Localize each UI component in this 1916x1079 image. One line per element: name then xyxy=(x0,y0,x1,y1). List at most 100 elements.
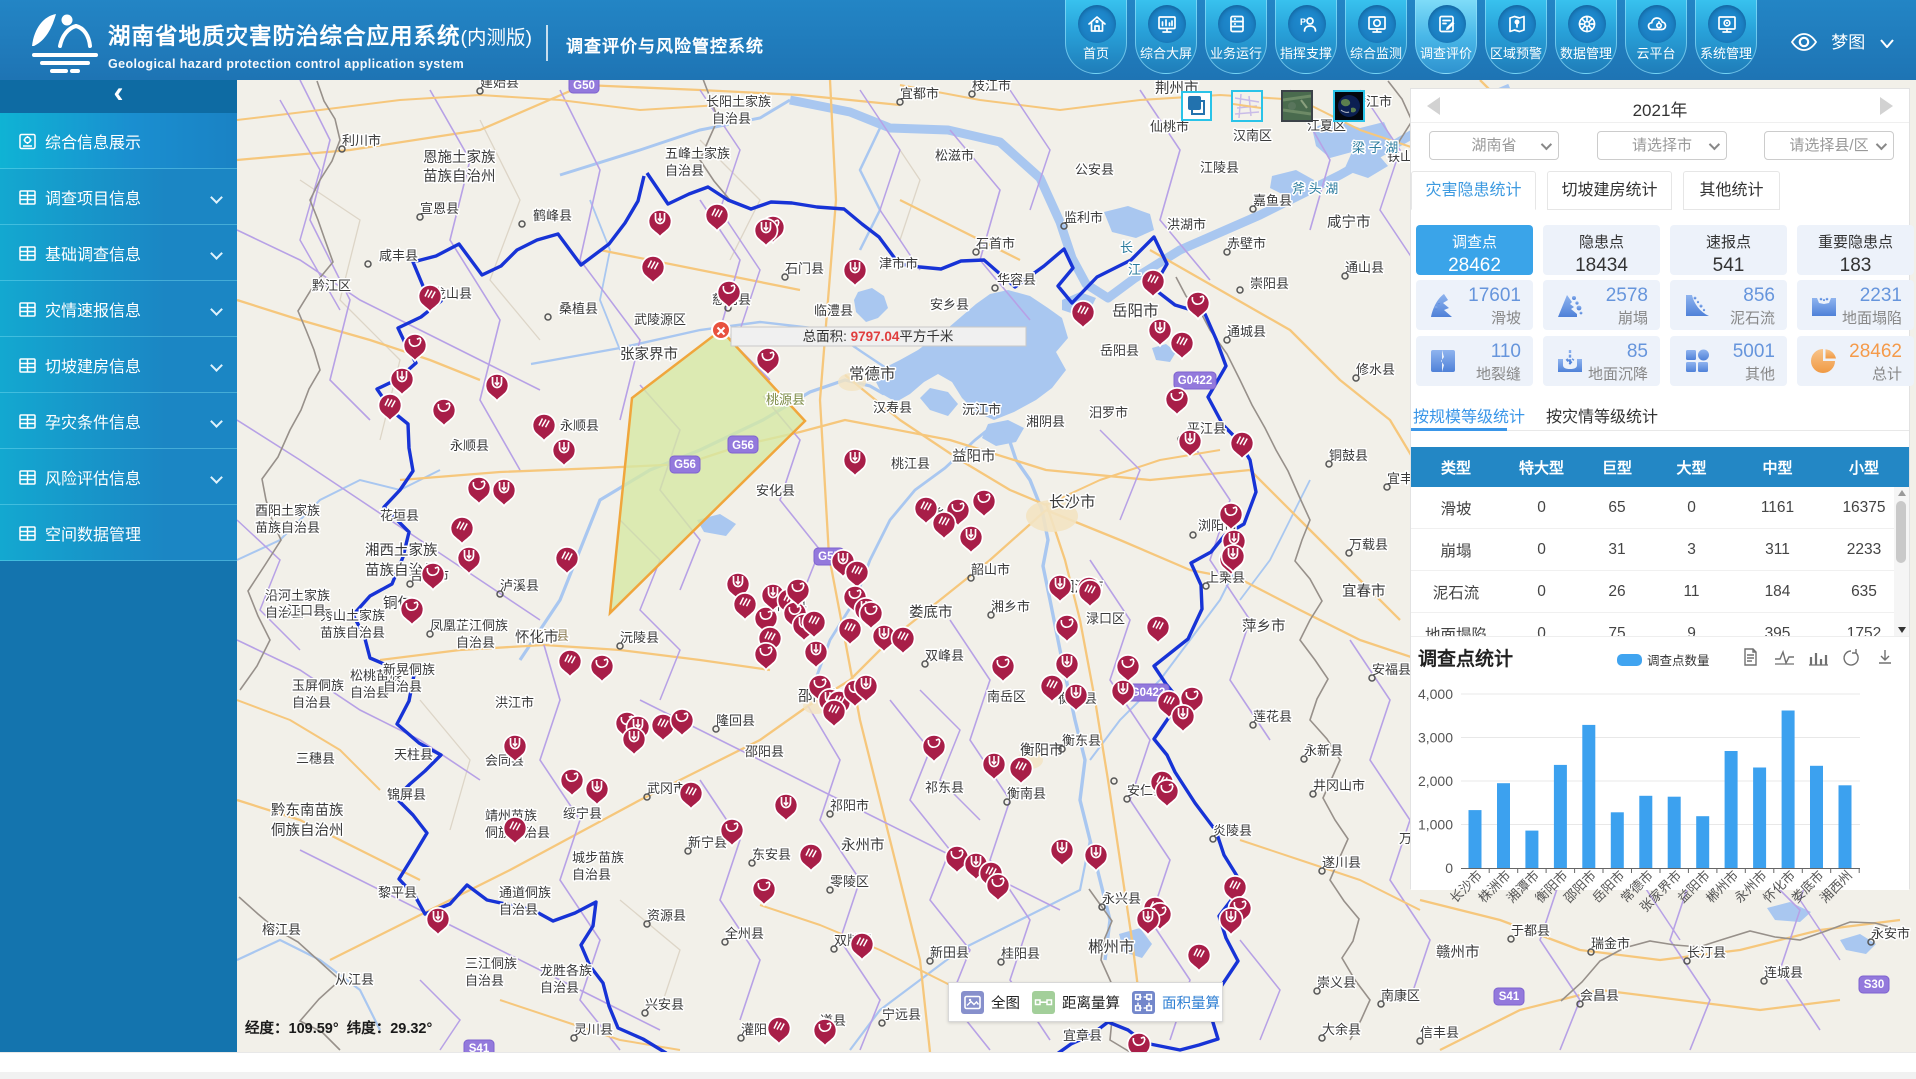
svg-text:利川市: 利川市 xyxy=(342,133,381,148)
svg-text:松滋市: 松滋市 xyxy=(935,148,974,163)
svg-text:莲花县: 莲花县 xyxy=(1253,709,1292,724)
svg-text:嘉鱼县: 嘉鱼县 xyxy=(1253,193,1292,208)
svg-text:4,000: 4,000 xyxy=(1418,686,1453,702)
svg-text:祁阳市: 祁阳市 xyxy=(830,798,869,813)
svg-text:永顺县: 永顺县 xyxy=(450,438,489,453)
svg-text:宜都市: 宜都市 xyxy=(900,86,939,101)
svg-text:通道侗族: 通道侗族 xyxy=(499,885,551,900)
svg-text:S30: S30 xyxy=(1864,979,1884,991)
svg-text:桂阳县: 桂阳县 xyxy=(1001,946,1040,961)
svg-text:绥宁县: 绥宁县 xyxy=(563,806,602,821)
svg-text:永兴县: 永兴县 xyxy=(1102,891,1141,906)
svg-text:桃江县: 桃江县 xyxy=(891,456,930,471)
svg-text:三穗县: 三穗县 xyxy=(296,751,335,766)
svg-text:上栗县: 上栗县 xyxy=(1206,570,1245,585)
svg-text:五峰土家族: 五峰土家族 xyxy=(665,146,730,161)
svg-text:咸丰县: 咸丰县 xyxy=(379,248,418,263)
svg-text:2,000: 2,000 xyxy=(1418,773,1453,789)
svg-text:酉阳土家族: 酉阳土家族 xyxy=(255,503,320,518)
svg-text:从江县: 从江县 xyxy=(335,972,374,987)
svg-text:安福县: 安福县 xyxy=(1372,662,1411,677)
svg-text:娄底市: 娄底市 xyxy=(909,604,953,621)
svg-text:信丰县: 信丰县 xyxy=(1420,1025,1459,1040)
svg-text:天柱县: 天柱县 xyxy=(394,747,433,762)
svg-text:瑞金市: 瑞金市 xyxy=(1591,936,1630,951)
svg-text:江: 江 xyxy=(1128,262,1141,277)
svg-text:南康区: 南康区 xyxy=(1381,988,1420,1003)
svg-text:长沙市: 长沙市 xyxy=(1049,493,1096,511)
svg-text:湘西土家族: 湘西土家族 xyxy=(365,542,438,559)
svg-text:自治县: 自治县 xyxy=(572,867,611,882)
svg-text:枝江市: 枝江市 xyxy=(972,80,1011,93)
svg-text:黔江区: 黔江区 xyxy=(312,278,351,293)
svg-text:0: 0 xyxy=(1445,860,1453,876)
svg-text:黎平县: 黎平县 xyxy=(378,885,417,900)
svg-text:自治县: 自治县 xyxy=(712,111,751,126)
svg-text:湘乡市: 湘乡市 xyxy=(991,599,1030,614)
svg-text:苗族自治县: 苗族自治县 xyxy=(320,625,385,640)
svg-text:自治县: 自治县 xyxy=(465,973,504,988)
svg-text:江陵县: 江陵县 xyxy=(1200,160,1239,175)
svg-text:苗族自治县: 苗族自治县 xyxy=(255,520,320,535)
svg-text:黔东南苗族: 黔东南苗族 xyxy=(271,802,344,819)
svg-text:灵川县: 灵川县 xyxy=(574,1022,613,1037)
svg-text:G56: G56 xyxy=(732,440,754,452)
svg-text:G0422: G0422 xyxy=(1178,375,1213,387)
svg-text:华容县: 华容县 xyxy=(997,272,1036,287)
svg-text:张家界市: 张家界市 xyxy=(620,346,678,363)
svg-text:三江侗族: 三江侗族 xyxy=(465,956,517,971)
svg-text:郴州市: 郴州市 xyxy=(1088,938,1135,956)
svg-text:邵阳县: 邵阳县 xyxy=(745,744,784,759)
svg-text:永顺县: 永顺县 xyxy=(560,418,599,433)
svg-text:修水县: 修水县 xyxy=(1356,362,1395,377)
svg-text:自治县: 自治县 xyxy=(499,902,538,917)
svg-text:3,000: 3,000 xyxy=(1418,730,1453,746)
svg-text:斧 头 湖: 斧 头 湖 xyxy=(1292,181,1338,196)
svg-text:萍乡市: 萍乡市 xyxy=(1242,618,1286,635)
svg-text:临澧县: 临澧县 xyxy=(814,303,853,318)
svg-text:汉南区: 汉南区 xyxy=(1233,128,1272,143)
svg-text:大余县: 大余县 xyxy=(1322,1022,1361,1037)
svg-text:桑植县: 桑植县 xyxy=(559,301,598,316)
svg-text:衡东县: 衡东县 xyxy=(1062,733,1101,748)
svg-text:自治县: 自治县 xyxy=(383,679,422,694)
svg-text:祁东县: 祁东县 xyxy=(925,780,964,795)
svg-text:宣恩县: 宣恩县 xyxy=(420,201,459,216)
svg-text:锦屏县: 锦屏县 xyxy=(387,787,426,802)
svg-text:铜鼓县: 铜鼓县 xyxy=(1329,448,1368,463)
svg-text:湘阴县: 湘阴县 xyxy=(1026,414,1065,429)
svg-text:衡南县: 衡南县 xyxy=(1007,786,1046,801)
svg-text:S41: S41 xyxy=(469,1043,490,1052)
svg-text:长阳土家族: 长阳土家族 xyxy=(706,94,771,109)
svg-text:怀化市: 怀化市 xyxy=(515,629,559,646)
svg-text:自治县: 自治县 xyxy=(540,980,579,995)
svg-text:G50: G50 xyxy=(573,80,595,92)
svg-text:新晃侗族: 新晃侗族 xyxy=(383,662,435,677)
svg-text:泸溪县: 泸溪县 xyxy=(500,578,539,593)
svg-text:渌口区: 渌口区 xyxy=(1086,611,1125,626)
svg-text:公安县: 公安县 xyxy=(1075,162,1114,177)
svg-text:沅江市: 沅江市 xyxy=(962,402,1001,417)
svg-text:榕江县: 榕江县 xyxy=(262,922,301,937)
svg-text:通山县: 通山县 xyxy=(1345,260,1384,275)
svg-text:自治县: 自治县 xyxy=(456,635,495,650)
svg-text:玉屏侗族: 玉屏侗族 xyxy=(292,678,344,693)
svg-text:安化县: 安化县 xyxy=(756,483,795,498)
svg-text:南岳区: 南岳区 xyxy=(987,689,1026,704)
svg-text:鹤峰县: 鹤峰县 xyxy=(533,208,572,223)
svg-text:全州县: 全州县 xyxy=(725,926,764,941)
svg-text:洪湖市: 洪湖市 xyxy=(1167,217,1206,232)
svg-text:岳阳县: 岳阳县 xyxy=(1100,343,1139,358)
svg-text:万载县: 万载县 xyxy=(1349,537,1388,552)
svg-text:永新县: 永新县 xyxy=(1304,743,1343,758)
svg-text:梁 子 湖: 梁 子 湖 xyxy=(1352,140,1398,155)
svg-text:咸宁市: 咸宁市 xyxy=(1327,214,1371,231)
svg-text:建始县: 建始县 xyxy=(480,80,519,90)
svg-text:宜章县: 宜章县 xyxy=(1063,1028,1102,1043)
svg-text:武陵源区: 武陵源区 xyxy=(634,312,686,327)
svg-text:恩施土家族: 恩施土家族 xyxy=(423,149,496,166)
svg-text:于都县: 于都县 xyxy=(1511,923,1550,938)
svg-text:遂川县: 遂川县 xyxy=(1322,855,1361,870)
svg-text:宜春市: 宜春市 xyxy=(1342,583,1386,600)
svg-text:崇义县: 崇义县 xyxy=(1317,975,1356,990)
